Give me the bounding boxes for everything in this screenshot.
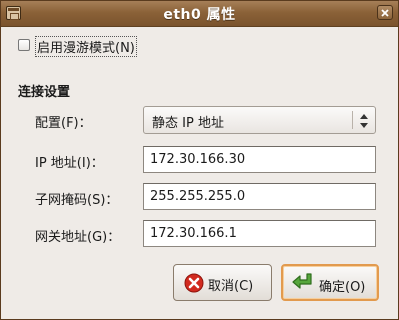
config-combobox[interactable]: 静态 IP 地址: [143, 106, 376, 134]
netmask-value: 255.255.255.0: [150, 189, 246, 204]
combo-separator: [352, 111, 353, 129]
close-button[interactable]: [377, 5, 393, 20]
netmask-field[interactable]: 255.255.255.0: [143, 183, 376, 210]
ip-address-value: 172.30.166.30: [150, 152, 246, 167]
properties-dialog: eth0 属性 启用漫游模式(N) 连接设置 配置(F)： 静态 IP 地址 I…: [0, 0, 399, 320]
cancel-button[interactable]: 取消(C): [173, 264, 272, 301]
gateway-label: 网关地址(G)：: [35, 230, 121, 245]
ip-address-label: IP 地址(I)：: [35, 156, 104, 171]
ok-button[interactable]: 确定(O): [281, 264, 379, 301]
ok-arrow-icon: [292, 273, 312, 289]
up-down-arrows-icon: [360, 114, 368, 128]
close-icon: [381, 9, 389, 17]
roaming-mode-checkbox[interactable]: [18, 39, 30, 51]
ok-button-label: 确定(O): [319, 280, 366, 295]
connection-settings-heading: 连接设置: [18, 85, 71, 100]
window-title: eth0 属性: [163, 7, 236, 23]
ip-address-field[interactable]: 172.30.166.30: [143, 146, 376, 173]
config-selected-value: 静态 IP 地址: [152, 116, 224, 131]
cancel-icon: [184, 273, 204, 293]
config-label: 配置(F)：: [35, 116, 92, 131]
cancel-button-label: 取消(C): [208, 279, 254, 294]
gateway-value: 172.30.166.1: [150, 226, 237, 241]
title-bar[interactable]: eth0 属性: [1, 1, 398, 27]
gateway-field[interactable]: 172.30.166.1: [143, 220, 376, 247]
roaming-mode-label[interactable]: 启用漫游模式(N): [35, 36, 137, 57]
netmask-label: 子网掩码(S)：: [35, 193, 119, 208]
